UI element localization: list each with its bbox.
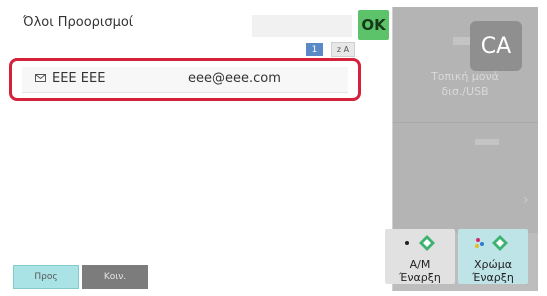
divider [393, 122, 538, 123]
destination-email: eee@eee.com [188, 71, 281, 86]
color-start-button[interactable]: Χρώμα Έναρξη [458, 229, 528, 284]
tab-to[interactable]: Προς [13, 265, 79, 289]
bw-start-button[interactable]: Α/Μ Έναρξη [385, 229, 455, 284]
chevron-right-icon: › [523, 192, 529, 208]
destination-name: EEE EEE [52, 71, 106, 86]
bw-start-line2: Έναρξη [399, 271, 441, 284]
destination-row[interactable]: EEE EEE eee@eee.com [22, 67, 348, 93]
color-start-icon [475, 235, 508, 251]
color-start-line1: Χρώμα [474, 258, 512, 271]
page-title: Όλοι Προορισμοί [23, 15, 134, 30]
color-start-line2: Έναρξη [472, 271, 514, 284]
mail-icon [35, 74, 46, 82]
ghost-text-line2: δισ./USB [441, 85, 489, 98]
start-icon [405, 235, 435, 251]
faint-header-area [252, 15, 352, 37]
ok-button[interactable]: OK [358, 10, 389, 40]
ghost-storage-label: Τοπική μονά δισ./USB [423, 69, 507, 99]
ghost-element [475, 139, 499, 145]
destination-panel: Όλοι Προορισμοί OK 1 z A EEE EEE eee@eee… [9, 7, 393, 291]
page-number-badge: 1 [306, 43, 323, 56]
highlight-frame: EEE EEE eee@eee.com [9, 58, 361, 101]
ca-button[interactable]: CA [470, 21, 522, 71]
color-start-label: Χρώμα Έναρξη [458, 258, 528, 284]
tab-common[interactable]: Κοιν. [82, 265, 148, 289]
sort-icon[interactable]: z A [331, 42, 355, 57]
bw-start-line1: Α/Μ [409, 258, 431, 271]
ghost-text-line1: Τοπική μονά [431, 70, 499, 83]
bw-start-label: Α/Μ Έναρξη [385, 258, 455, 284]
